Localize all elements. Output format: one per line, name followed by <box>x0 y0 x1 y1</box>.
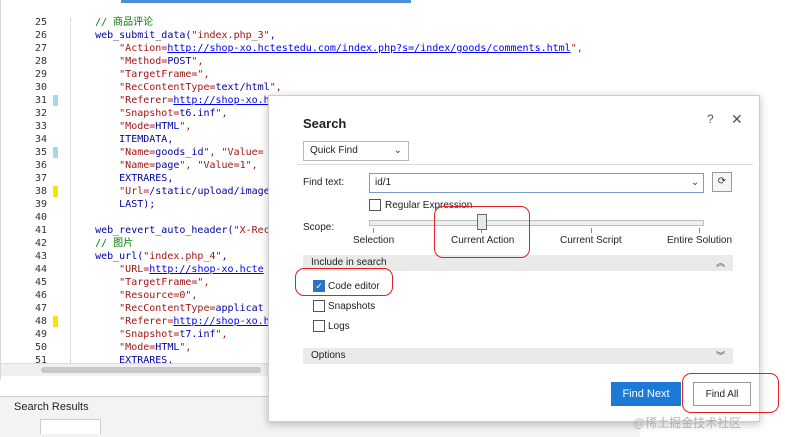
line-number: 25 <box>34 17 47 28</box>
code-text: "Mode=HTML", <box>71 121 192 132</box>
change-marker <box>53 316 58 327</box>
scope-option-entire-solution[interactable]: Entire Solution <box>667 235 732 246</box>
line-number: 28 <box>34 56 47 67</box>
code-text: "RecContentType=text/html", <box>71 82 282 93</box>
line-number: 39 <box>34 199 47 210</box>
close-icon[interactable]: ✕ <box>731 111 743 128</box>
annotation-find-all <box>682 373 779 413</box>
line-number: 45 <box>34 277 47 288</box>
line-number: 27 <box>34 43 47 54</box>
find-mode-select[interactable]: Quick Find ⌄ <box>303 141 409 161</box>
line-number: 37 <box>34 173 47 184</box>
line-number: 38 <box>34 186 47 197</box>
line-number: 42 <box>34 238 47 249</box>
code-text: "Mode=HTML", <box>71 342 192 353</box>
line-number: 36 <box>34 160 47 171</box>
line-number: 50 <box>34 342 47 353</box>
line-number: 33 <box>34 121 47 132</box>
snapshots-checkbox[interactable] <box>313 300 325 312</box>
chevron-down-icon: ⌄ <box>393 145 402 156</box>
line-number: 34 <box>34 134 47 145</box>
dialog-title: Search <box>303 116 347 131</box>
divider <box>297 164 753 165</box>
editor-scroll-indicator <box>121 0 411 3</box>
options-section-title: Options <box>311 350 346 361</box>
line-number: 40 <box>34 212 47 223</box>
code-text: "Snapshot=t7.inf", <box>71 329 228 340</box>
code-text: "Referer=http://shop-xo.h <box>71 316 270 327</box>
scope-slider-track[interactable] <box>369 220 704 226</box>
chevron-down-icon: ︾ <box>715 351 725 361</box>
code-text: "Resource=0", <box>71 290 198 301</box>
chevron-up-icon: ︽ <box>715 258 725 268</box>
find-mode-value: Quick Find <box>310 145 358 156</box>
code-text: "Url=/static/upload/image <box>71 186 270 197</box>
code-text: // 图片 <box>95 238 134 249</box>
results-panel-title: Search Results <box>14 401 89 413</box>
line-number: 32 <box>34 108 47 119</box>
options-section-header[interactable]: Options ︾ <box>303 348 733 364</box>
regex-checkbox[interactable] <box>369 199 381 211</box>
logs-label: Logs <box>328 321 350 332</box>
line-number: 30 <box>34 82 47 93</box>
code-text: "Snapshot=t6.inf", <box>71 108 228 119</box>
line-number: 49 <box>34 329 47 340</box>
find-next-button[interactable]: Find Next <box>611 382 681 406</box>
find-text-input[interactable]: id/1 <box>369 173 694 193</box>
code-text: "Name=goods_id", "Value= <box>71 147 264 158</box>
line-number: 46 <box>34 290 47 301</box>
code-line[interactable]: 27 "Action=http://shop-xo.hctestedu.com/… <box>1 42 641 55</box>
code-text: "Action=http://shop-xo.hctestedu.com/ind… <box>71 43 583 54</box>
change-marker <box>53 186 58 197</box>
code-text: web_revert_auto_header("X-Rec <box>71 225 270 236</box>
find-history-dropdown[interactable]: ⌄ <box>687 173 704 193</box>
code-text: "Referer=http://shop-xo.h <box>71 95 270 106</box>
results-tab[interactable] <box>40 419 101 434</box>
slider-tick <box>699 228 700 233</box>
snapshots-label: Snapshots <box>328 301 376 312</box>
include-section-title: Include in search <box>311 257 387 268</box>
code-text: EXTRARES, <box>71 173 174 184</box>
code-line[interactable]: 30 "RecContentType=text/html", <box>1 81 641 94</box>
code-text: web_url("index.php_4", <box>71 251 228 262</box>
code-text: web_submit_data("index.php_3", <box>71 30 276 41</box>
code-text: "Method=POST", <box>71 56 204 67</box>
code-text: "TargetFrame=", <box>71 69 210 80</box>
slider-tick <box>591 228 592 233</box>
scope-option-selection[interactable]: Selection <box>353 235 394 246</box>
line-number: 35 <box>34 147 47 158</box>
refresh-icon[interactable]: ⟳ <box>712 172 732 192</box>
annotation-code-editor <box>295 268 393 296</box>
annotation-current-action <box>434 206 530 258</box>
code-text: ITEMDATA, <box>71 134 174 145</box>
code-text: LAST); <box>71 199 156 210</box>
change-marker <box>53 147 58 158</box>
code-line[interactable]: 28 "Method=POST", <box>1 55 641 68</box>
code-text: "RecContentType=applicat <box>71 303 264 314</box>
find-text-label: Find text: <box>303 177 345 188</box>
line-number: 29 <box>34 69 47 80</box>
slider-tick <box>373 228 374 233</box>
scrollbar-thumb[interactable] <box>41 367 261 373</box>
code-line[interactable]: 29 "TargetFrame=", <box>1 68 641 81</box>
scope-option-current-script[interactable]: Current Script <box>560 235 622 246</box>
code-line[interactable]: 25 // 商品评论 <box>1 16 641 29</box>
help-icon[interactable]: ? <box>707 112 714 126</box>
code-text: // 商品评论 <box>95 17 154 28</box>
line-number: 44 <box>34 264 47 275</box>
line-number: 48 <box>34 316 47 327</box>
logs-checkbox[interactable] <box>313 320 325 332</box>
line-number: 47 <box>34 303 47 314</box>
line-number: 41 <box>34 225 47 236</box>
code-text: "TargetFrame=", <box>71 277 210 288</box>
line-number: 26 <box>34 30 47 41</box>
watermark: @稀土掘金技术社区 <box>633 416 742 430</box>
scope-label: Scope: <box>303 222 335 233</box>
code-text: "Name=page", "Value=1", <box>71 160 258 171</box>
line-number: 31 <box>34 95 47 106</box>
line-number: 43 <box>34 251 47 262</box>
code-line[interactable]: 26 web_submit_data("index.php_3", <box>1 29 641 42</box>
code-text: "URL=http://shop-xo.hcte <box>71 264 264 275</box>
change-marker <box>53 95 58 106</box>
